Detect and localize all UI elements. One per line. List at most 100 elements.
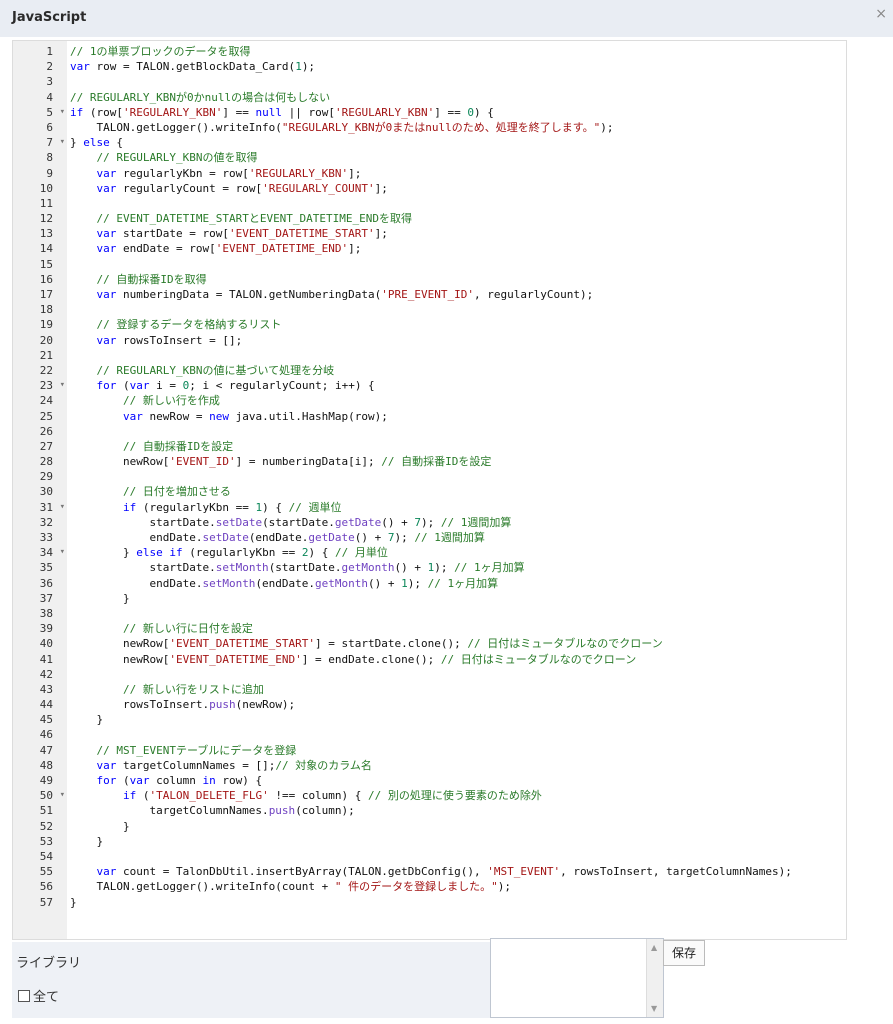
code-line[interactable]: newRow['EVENT_DATETIME_START'] = startDa… (68, 636, 846, 651)
line-number-gutter: 1234567891011121314151617181920212223242… (13, 41, 67, 939)
code-line[interactable]: var regularlyCount = row['REGULARLY_COUN… (68, 181, 846, 196)
line-number[interactable]: 5 (13, 105, 67, 120)
line-number: 32 (39, 515, 53, 529)
code-line[interactable]: newRow['EVENT_ID'] = numberingData[i]; /… (68, 454, 846, 469)
line-number: 4 (46, 90, 53, 104)
code-line[interactable]: } (68, 819, 846, 834)
listbox-scrollbar[interactable]: ▲ ▼ (646, 939, 663, 1017)
scroll-up-icon[interactable]: ▲ (651, 943, 657, 952)
line-number[interactable]: 7 (13, 135, 67, 150)
code-line[interactable]: // 新しい行に日付を設定 (68, 621, 846, 636)
code-line[interactable]: ​ (68, 727, 846, 742)
code-line[interactable]: var numberingData = TALON.getNumberingDa… (68, 287, 846, 302)
code-line[interactable]: } else { (68, 135, 846, 150)
code-line[interactable]: ​ (68, 74, 846, 89)
scroll-down-icon[interactable]: ▼ (651, 1004, 657, 1013)
line-number: 40 (39, 637, 53, 651)
window-title: JavaScript (12, 10, 87, 25)
line-number: 11 (39, 196, 53, 210)
code-line[interactable]: startDate.setDate(startDate.getDate() + … (68, 515, 846, 530)
code-line[interactable]: } (68, 591, 846, 606)
code-line[interactable]: // REGULARLY_KBNの値を取得 (68, 150, 846, 165)
code-line[interactable]: // 日付を増加させる (68, 484, 846, 499)
code-line[interactable]: ​ (68, 302, 846, 317)
line-number: 46 (39, 728, 53, 742)
line-number: 14 (39, 242, 53, 256)
code-line[interactable]: // 1の単票ブロックのデータを取得 (68, 44, 846, 59)
line-number: 6 (46, 120, 53, 134)
line-number: 2 (46, 60, 53, 74)
code-line[interactable]: ​ (68, 348, 846, 363)
line-number[interactable]: 23 (13, 378, 67, 393)
select-all-checkbox[interactable]: 全て (18, 986, 59, 1005)
code-line[interactable]: TALON.getLogger().writeInfo(count + " 件の… (68, 879, 846, 894)
line-number: 55 (39, 865, 53, 879)
code-line[interactable]: } (68, 834, 846, 849)
code-line[interactable]: // EVENT_DATETIME_STARTとEVENT_DATETIME_E… (68, 211, 846, 226)
code-line[interactable]: ​ (68, 257, 846, 272)
code-line[interactable]: for (var i = 0; i < regularlyCount; i++)… (68, 378, 846, 393)
library-panel: ライブラリ 全て (12, 942, 490, 1018)
code-line[interactable]: endDate.setMonth(endDate.getMonth() + 1)… (68, 576, 846, 591)
code-line[interactable]: var startDate = row['EVENT_DATETIME_STAR… (68, 226, 846, 241)
code-line[interactable]: } else if (regularlyKbn == 2) { // 月単位 (68, 545, 846, 560)
save-button[interactable]: 保存 (663, 940, 705, 966)
code-line[interactable]: rowsToInsert.push(newRow); (68, 697, 846, 712)
code-line[interactable]: targetColumnNames.push(column); (68, 803, 846, 818)
code-line[interactable]: // 新しい行をリストに追加 (68, 682, 846, 697)
code-line[interactable]: var row = TALON.getBlockData_Card(1); (68, 59, 846, 74)
code-line[interactable]: var rowsToInsert = []; (68, 333, 846, 348)
line-number: 48 (39, 758, 53, 772)
code-line[interactable]: newRow['EVENT_DATETIME_END'] = endDate.c… (68, 652, 846, 667)
line-number[interactable]: 50 (13, 788, 67, 803)
code-line[interactable]: var count = TalonDbUtil.insertByArray(TA… (68, 864, 846, 879)
code-line[interactable]: } (68, 712, 846, 727)
code-line[interactable]: var regularlyKbn = row['REGULARLY_KBN']; (68, 166, 846, 181)
code-line[interactable]: ​ (68, 196, 846, 211)
code-line[interactable]: endDate.setDate(endDate.getDate() + 7); … (68, 530, 846, 545)
code-line[interactable]: // 登録するデータを格納するリスト (68, 317, 846, 332)
code-line[interactable]: ​ (68, 469, 846, 484)
code-line[interactable]: TALON.getLogger().writeInfo("REGULARLY_K… (68, 120, 846, 135)
code-line[interactable]: if (regularlyKbn == 1) { // 週単位 (68, 500, 846, 515)
line-number: 57 (39, 895, 53, 909)
line-number[interactable]: 34 (13, 545, 67, 560)
code-line[interactable]: // 自動採番IDを設定 (68, 439, 846, 454)
line-number[interactable]: 31 (13, 500, 67, 515)
code-line[interactable]: var endDate = row['EVENT_DATETIME_END']; (68, 241, 846, 256)
code-line[interactable]: ​ (68, 606, 846, 621)
code-line[interactable]: var newRow = new java.util.HashMap(row); (68, 409, 846, 424)
line-number: 30 (39, 485, 53, 499)
line-number: 20 (39, 333, 53, 347)
line-number: 22 (39, 363, 53, 377)
code-line[interactable]: ​ (68, 667, 846, 682)
code-line[interactable]: } (68, 895, 846, 910)
line-number: 9 (46, 166, 53, 180)
line-number: 35 (39, 561, 53, 575)
line-number: 26 (39, 424, 53, 438)
code-line[interactable]: // 新しい行を作成 (68, 393, 846, 408)
code-line[interactable]: // MST_EVENTテーブルにデータを登録 (68, 743, 846, 758)
code-line[interactable]: // REGULARLY_KBNが0かnullの場合は何もしない (68, 90, 846, 105)
code-line[interactable]: for (var column in row) { (68, 773, 846, 788)
line-number: 25 (39, 409, 53, 423)
code-line[interactable]: var targetColumnNames = [];// 対象のカラム名 (68, 758, 846, 773)
code-line[interactable]: // 自動採番IDを取得 (68, 272, 846, 287)
code-line[interactable]: // REGULARLY_KBNの値に基づいて処理を分岐 (68, 363, 846, 378)
line-number: 38 (39, 606, 53, 620)
close-icon[interactable]: × (875, 6, 887, 22)
code-area[interactable]: // 1の単票ブロックのデータを取得 var row = TALON.getBlo… (68, 41, 846, 910)
line-number: 15 (39, 257, 53, 271)
code-line[interactable]: ​ (68, 849, 846, 864)
line-number: 12 (39, 212, 53, 226)
code-line[interactable]: startDate.setMonth(startDate.getMonth() … (68, 560, 846, 575)
checkbox-icon[interactable] (18, 990, 30, 1002)
library-label: ライブラリ (16, 956, 82, 971)
library-listbox[interactable]: ▲ ▼ (490, 938, 664, 1018)
code-line[interactable]: if (row['REGULARLY_KBN'] == null || row[… (68, 105, 846, 120)
code-line[interactable]: if ('TALON_DELETE_FLG' !== column) { // … (68, 788, 846, 803)
line-number: 52 (39, 819, 53, 833)
code-line[interactable]: ​ (68, 424, 846, 439)
line-number: 29 (39, 470, 53, 484)
code-editor[interactable]: 1234567891011121314151617181920212223242… (12, 40, 847, 940)
